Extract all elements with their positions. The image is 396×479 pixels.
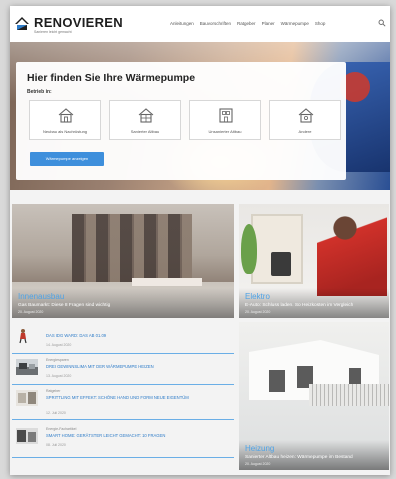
article-date: 12. Juli 2020 (46, 411, 66, 415)
brand-name[interactable]: RENOVIEREN (34, 15, 123, 30)
article-thumbnail (16, 390, 38, 406)
nav-item-waermepumpe[interactable]: Wärmepumpe (281, 21, 309, 26)
logo-icon[interactable] (14, 15, 30, 31)
article-title[interactable]: E-Auto: Schluss laden. So Heizkosten im … (245, 303, 383, 309)
featured-caption: Heizung Sanierter Altbau heizen: Wärmepu… (239, 439, 389, 470)
list-item[interactable]: Ratgeber SPRITTLING MIT EFFEKT: SCHÖNE H… (12, 386, 234, 420)
plant-image (241, 224, 257, 274)
article-title[interactable]: DAS IDG WARD: DAS AB 01.09 (46, 333, 226, 338)
search-icon[interactable] (378, 19, 386, 27)
article-thumbnail (16, 328, 38, 344)
article-title[interactable]: Sanierter Altbau heizen: Wärmepumpe im B… (245, 455, 383, 461)
article-title[interactable]: SMART HOME: GERÄTSTER LEICHT GEMACHT: 10… (46, 433, 226, 438)
article-date: 20. August 2020 (245, 462, 271, 466)
article-kicker: Ratgeber (46, 389, 61, 393)
article-category[interactable]: Elektro (245, 292, 383, 301)
show-heatpump-button[interactable]: Wärmepumpe anzeigen (30, 152, 104, 166)
main-nav: Anleitungen Bauvorschriften Ratgeber Pla… (170, 21, 325, 26)
nav-item-bauvorschriften[interactable]: Bauvorschriften (200, 21, 231, 26)
nav-item-ratgeber[interactable]: Ratgeber (237, 21, 256, 26)
nav-item-anleitungen[interactable]: Anleitungen (170, 21, 194, 26)
article-title[interactable]: Gas Baumarkt: Diese 8 Fragen sind wichti… (18, 303, 228, 309)
article-date: 14. August 2020 (46, 343, 72, 347)
brand-tagline: Sanieren leicht gemacht (34, 30, 72, 34)
finder-title: Hier finden Sie Ihre Wärmepumpe (27, 72, 196, 84)
article-category[interactable]: Innenausbau (18, 292, 228, 301)
option-label: Sanierter Altbau (130, 129, 160, 134)
window-image (269, 370, 285, 392)
article-kicker: Energie-Fachartikel (46, 427, 77, 431)
featured-caption: Innenausbau Gas Baumarkt: Diese 8 Fragen… (12, 287, 234, 318)
article-date: 20. August 2020 (18, 310, 44, 314)
wardrobe-image (72, 214, 192, 282)
featured-article-side-2[interactable]: Heizung Sanierter Altbau heizen: Wärmepu… (239, 322, 389, 470)
house-renovated-icon (138, 108, 154, 123)
option-unsanierter-altbau[interactable]: Unsanierter Altbau (189, 100, 261, 140)
article-date: 08. Juli 2020 (46, 443, 66, 447)
option-label: Neubau als Nachrüstung (42, 129, 88, 134)
wallbox-image (271, 252, 291, 276)
fence-image (309, 384, 389, 406)
list-item[interactable]: Energie-Fachartikel SMART HOME: GERÄTSTE… (12, 424, 234, 458)
article-thumbnail (16, 428, 38, 444)
house-icon (58, 108, 74, 123)
browser-frame: RENOVIEREN Sanieren leicht gemacht Anlei… (10, 6, 390, 475)
article-date: 13. August 2020 (46, 374, 72, 378)
option-andere[interactable]: Andere (269, 100, 341, 140)
option-label: Andere (298, 129, 312, 134)
article-title[interactable]: SPRITTLING MIT EFFEKT: SCHÖNE HAND UND F… (46, 395, 226, 400)
nav-item-shop[interactable]: Shop (315, 21, 326, 26)
house-old-icon (219, 108, 233, 123)
hero-banner: Hier finden Sie Ihre Wärmepumpe Betrieb … (10, 42, 390, 190)
house-other-icon (298, 108, 314, 123)
article-thumbnail (16, 359, 38, 375)
featured-article-main[interactable]: Innenausbau Gas Baumarkt: Diese 8 Fragen… (12, 204, 234, 318)
article-title[interactable]: DREI GEWINNSLIMA MIT DER WÄRMEPUMPE HEIZ… (46, 364, 226, 369)
article-category[interactable]: Heizung (245, 444, 383, 453)
table-image (132, 278, 202, 286)
heatpump-finder-card: Hier finden Sie Ihre Wärmepumpe Betrieb … (16, 62, 346, 180)
article-date: 20. August 2020 (245, 310, 271, 314)
option-neubau[interactable]: Neubau als Nachrüstung (29, 100, 101, 140)
person-image (317, 216, 387, 296)
article-kicker: Energiesparen (46, 358, 69, 362)
featured-caption: Elektro E-Auto: Schluss laden. So Heizko… (239, 287, 389, 318)
list-item[interactable]: Energiesparen DREI GEWINNSLIMA MIT DER W… (12, 355, 234, 385)
option-sanierter-altbau[interactable]: Sanierter Altbau (109, 100, 181, 140)
finder-subtitle: Betrieb in: (27, 89, 52, 95)
nav-item-planer[interactable]: Planer (262, 21, 275, 26)
list-item[interactable]: DAS IDG WARD: DAS AB 01.09 14. August 20… (12, 324, 234, 354)
option-label: Unsanierter Altbau (208, 129, 242, 134)
featured-article-side-1[interactable]: Elektro E-Auto: Schluss laden. So Heizko… (239, 204, 389, 318)
site-header: RENOVIEREN Sanieren leicht gemacht Anlei… (10, 6, 390, 42)
